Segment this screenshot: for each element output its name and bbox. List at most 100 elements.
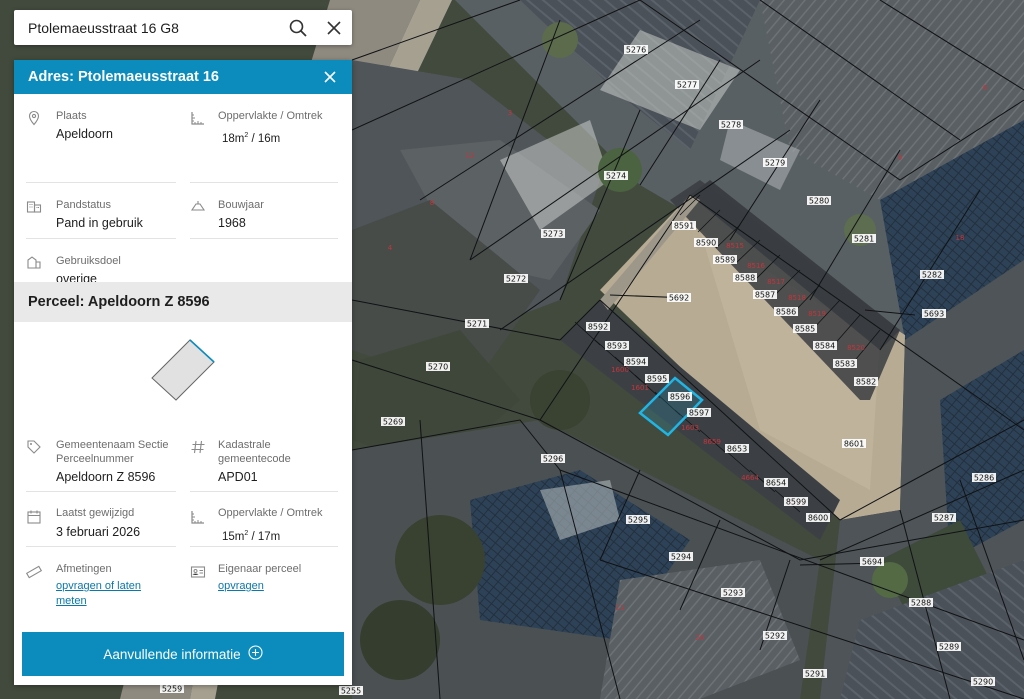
field-bouwjaar: Bouwjaar 1968 [14,184,352,240]
perimeter-value: / 17m [248,530,281,543]
eigenaar-label: Eigenaar perceel [218,563,302,575]
search-input[interactable]: Ptolemaeusstraat 16 G8 [14,20,280,36]
area-value: 18m [222,132,245,145]
parcel-label-8586: 8586 [776,308,796,317]
parcel-label-5286: 5286 [974,474,994,483]
parcel-label-8594: 8594 [626,358,646,367]
field-eigenaar: Eigenaar perceel opvragen [14,550,352,610]
divider [190,238,338,239]
parcel-label-8584: 8584 [815,342,835,351]
info-panel: Adres: Ptolemaeusstraat 16 Plaats Apeldo… [14,60,352,685]
parcel-title: Perceel: Apeldoorn Z 8596 [28,294,210,310]
address-title: Adres: Ptolemaeusstraat 16 [28,69,219,85]
parcel-label-5272: 5272 [506,275,526,284]
svg-text:8519: 8519 [808,310,826,318]
parcel-label-8593: 8593 [607,342,627,351]
parcel-shape-thumbnail [151,339,215,401]
parcel-label-5287: 5287 [934,514,954,523]
owner-card-icon [190,564,206,580]
parcel-label-5280: 5280 [809,197,829,206]
svg-text:1600: 1600 [611,366,629,374]
svg-text:20: 20 [696,634,705,642]
oppervlakte-value: 18m2 / 16m [222,127,280,148]
parcel-label-5296: 5296 [543,455,563,464]
parcel-label-5270: 5270 [428,363,448,372]
parcel-label-5273: 5273 [543,230,563,239]
parcel-label-5278: 5278 [721,121,741,130]
parcel-label-8587: 8587 [755,291,775,300]
parcel-label-8654: 8654 [766,479,786,488]
field-kadastrale: Kadastrale gemeentecode APD01 [14,426,352,490]
building-use-icon [26,254,42,270]
divider [190,546,338,547]
parcel-label-8582: 8582 [856,378,876,387]
oppervlakte-label: Oppervlakte / Omtrek [218,110,323,122]
parcel-label-5293: 5293 [723,589,743,598]
parcel-label-5693: 5693 [924,310,944,319]
svg-text:1603: 1603 [681,424,699,432]
svg-text:1601: 1601 [631,384,649,392]
address-header: Adres: Ptolemaeusstraat 16 [14,60,352,94]
parcel-label-5276: 5276 [626,46,646,55]
field-parcel-oppervlakte: Oppervlakte / Omtrek 15m2 / 17m [14,494,352,548]
divider [26,182,176,183]
divider [190,182,338,183]
parcel-label-5292: 5292 [765,632,785,641]
svg-text:12: 12 [466,152,475,160]
plus-circle-icon [248,645,263,663]
svg-text:9: 9 [898,154,902,162]
ruler-icon [190,509,206,525]
parcel-label-5282: 5282 [922,271,942,280]
parcel-label-8591: 8591 [674,222,694,231]
close-icon[interactable] [320,67,340,87]
ruler-icon [190,110,206,126]
parcel-label-8596: 8596 [670,393,690,402]
parcel-label-5259: 5259 [162,685,182,694]
hash-icon [190,439,206,455]
parcel-label-8589: 8589 [715,256,735,265]
parcel-label-8653: 8653 [727,445,747,454]
parcel-label-5694: 5694 [862,558,882,567]
svg-text:3: 3 [508,109,512,117]
search-bar[interactable]: Ptolemaeusstraat 16 G8 [14,10,352,45]
svg-text:4664: 4664 [741,474,759,482]
parcel-label-8599: 8599 [786,498,806,507]
parcel-label-5289: 5289 [939,643,959,652]
svg-text:8518: 8518 [788,294,806,302]
close-icon[interactable] [316,10,352,45]
svg-text:18: 18 [956,234,965,242]
svg-text:8: 8 [430,199,434,207]
tree [395,515,485,605]
parcel-label-8583: 8583 [835,360,855,369]
parcel-oppervlakte-value: 15m2 / 17m [222,525,280,546]
divider [26,491,176,492]
svg-text:8517: 8517 [767,278,785,286]
tree [872,562,908,598]
svg-text:11: 11 [616,604,625,612]
parcel-label-8595: 8595 [647,375,667,384]
additional-info-button[interactable]: Aanvullende informatie [22,632,344,676]
eigenaar-link[interactable]: opvragen [218,578,264,594]
area-value: 15m [222,530,245,543]
gebruiksdoel-label: Gebruiksdoel [56,255,121,267]
parcel-label-5279: 5279 [765,159,785,168]
parcel-header: Perceel: Apeldoorn Z 8596 [14,282,352,322]
svg-text:6: 6 [983,84,988,92]
tree [360,600,440,680]
bouwjaar-value: 1968 [218,216,246,230]
tree [530,370,590,430]
parcel-label-5271: 5271 [467,320,487,329]
parcel-label-8590: 8590 [696,239,716,248]
parcel-label-8601: 8601 [844,440,864,449]
divider [26,546,176,547]
parcel-label-5274: 5274 [606,172,626,181]
search-icon[interactable] [280,10,316,45]
parcel-label-5294: 5294 [671,553,691,562]
additional-info-label: Aanvullende informatie [103,646,241,662]
field-oppervlakte: Oppervlakte / Omtrek 18m2 / 16m [14,94,352,150]
parcel-label-5288: 5288 [911,599,931,608]
parcel-label-8585: 8585 [795,325,815,334]
parcel-label-5281: 5281 [854,235,874,244]
divider [190,491,338,492]
parcel-label-5291: 5291 [805,670,825,679]
